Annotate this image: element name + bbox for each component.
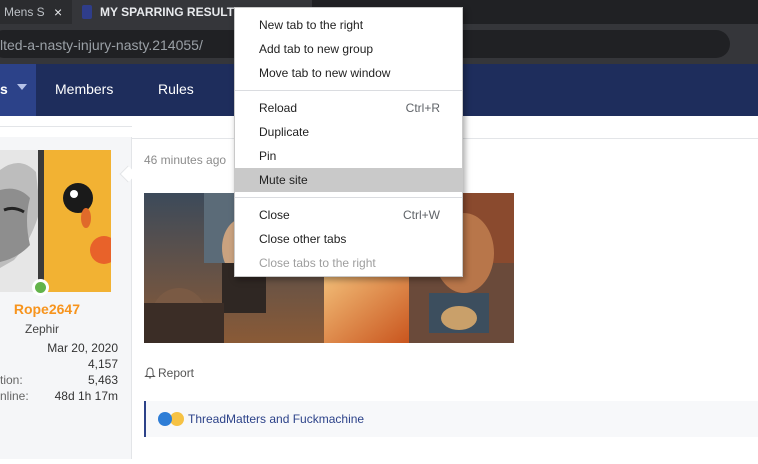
- menu-shortcut: Ctrl+W: [403, 208, 440, 222]
- reactions-bar[interactable]: ThreadMatters and Fuckmachine: [144, 401, 758, 437]
- menu-item-label: Add tab to new group: [259, 42, 374, 56]
- browser-tab-inactive[interactable]: Mens S ×: [0, 0, 72, 24]
- menu-item-close[interactable]: Close Ctrl+W: [235, 203, 462, 227]
- haha-reaction-icon: [170, 412, 184, 426]
- reactions-list[interactable]: ThreadMatters and Fuckmachine: [188, 412, 364, 426]
- reaction-value: 5,463: [87, 373, 118, 387]
- joined-value: Mar 20, 2020: [47, 341, 118, 355]
- menu-item-label: Reload: [259, 101, 298, 115]
- nav-item-rules[interactable]: Rules: [158, 81, 194, 97]
- url-text[interactable]: lted-a-nasty-injury-nasty.214055/: [0, 37, 203, 53]
- menu-item-label: New tab to the right: [259, 18, 364, 32]
- menu-item-new-tab-right[interactable]: New tab to the right: [235, 13, 462, 37]
- menu-item-move-to-window[interactable]: Move tab to new window: [235, 61, 462, 85]
- divider: [0, 126, 132, 127]
- like-reaction-icon: [158, 412, 172, 426]
- menu-separator: [235, 90, 462, 91]
- report-label: Report: [158, 366, 195, 380]
- menu-item-reload[interactable]: Reload Ctrl+R: [235, 96, 462, 120]
- menu-item-label: Pin: [259, 149, 277, 163]
- menu-item-mute-site[interactable]: Mute site: [235, 168, 462, 192]
- menu-item-close-tabs-right[interactable]: Close tabs to the right: [235, 251, 462, 275]
- menu-item-close-other-tabs[interactable]: Close other tabs: [235, 227, 462, 251]
- menu-shortcut: Ctrl+R: [405, 101, 440, 115]
- menu-item-add-to-group[interactable]: Add tab to new group: [235, 37, 462, 61]
- avatar[interactable]: [0, 150, 111, 292]
- time-online-label: nline:: [0, 389, 29, 403]
- online-indicator-icon: [32, 279, 49, 296]
- menu-item-pin[interactable]: Pin: [235, 144, 462, 168]
- menu-item-duplicate[interactable]: Duplicate: [235, 120, 462, 144]
- nav-item-label: s: [0, 81, 8, 97]
- chevron-down-icon[interactable]: [17, 84, 27, 90]
- bell-icon: [144, 367, 156, 379]
- menu-item-label: Close other tabs: [259, 232, 347, 246]
- report-link[interactable]: Report: [144, 366, 194, 380]
- time-online-value: 48d 1h 17m: [54, 389, 118, 403]
- nav-item-forums[interactable]: s: [0, 64, 36, 116]
- menu-item-label: Close tabs to the right: [259, 256, 376, 270]
- menu-item-label: Move tab to new window: [259, 66, 391, 80]
- favicon-icon: [82, 5, 93, 19]
- user-title: Zephir: [24, 322, 59, 336]
- menu-separator: [235, 197, 462, 198]
- tab-title: Mens S: [4, 5, 45, 19]
- menu-item-label: Close: [259, 208, 290, 222]
- nav-item-members[interactable]: Members: [55, 81, 113, 97]
- post-time[interactable]: 46 minutes ago: [144, 153, 226, 167]
- menu-item-label: Duplicate: [259, 125, 310, 139]
- menu-item-label: Mute site: [259, 173, 308, 187]
- messages-value: 4,157: [87, 357, 118, 371]
- username[interactable]: Rope2647: [0, 301, 80, 317]
- close-icon[interactable]: ×: [54, 4, 62, 20]
- tab-context-menu: New tab to the right Add tab to new grou…: [234, 7, 463, 277]
- reaction-label: tion:: [0, 373, 23, 387]
